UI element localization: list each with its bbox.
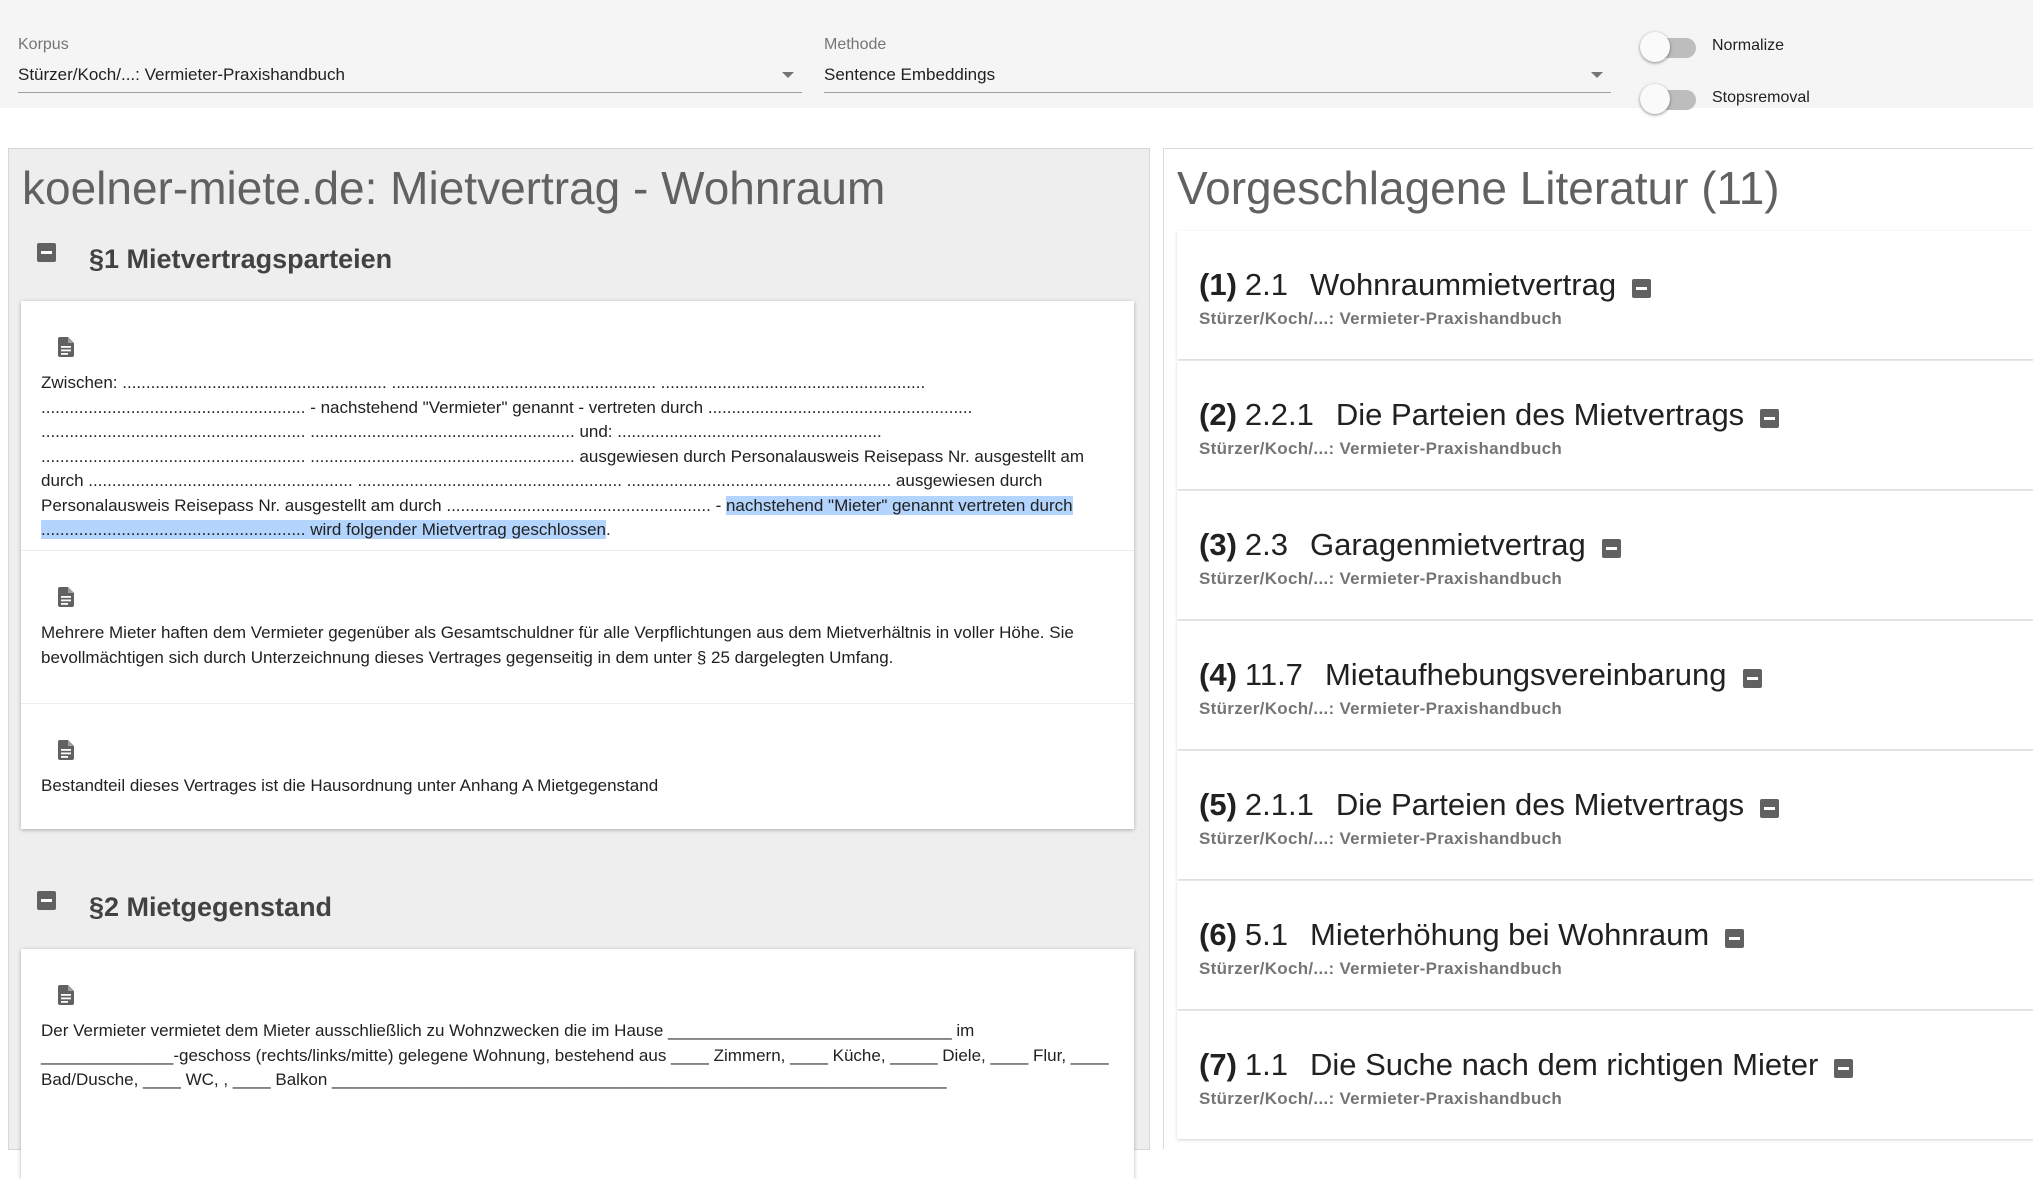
paragraph-text: Der Vermieter vermietet dem Mieter aussc…	[41, 1021, 1109, 1089]
paragraph[interactable]: Mehrere Mieter haften dem Vermieter gege…	[21, 551, 1134, 704]
document-pane: koelner-miete.de: Mietvertrag - Wohnraum…	[8, 148, 1150, 1179]
description-icon	[58, 587, 74, 607]
literature-heading: (1) 2.1 Wohnraummietvertrag	[1199, 267, 1652, 303]
korpus-value[interactable]: Stürzer/Koch/...: Vermieter-Praxishandbu…	[18, 65, 345, 85]
document-title: koelner-miete.de: Mietvertrag - Wohnraum	[22, 162, 886, 214]
korpus-underline	[18, 92, 802, 93]
korpus-select[interactable]: Korpus Stürzer/Koch/...: Vermieter-Praxi…	[18, 34, 802, 94]
literature-source: Stürzer/Koch/...: Vermieter-Praxishandbu…	[1199, 699, 1563, 718]
description-icon	[58, 337, 74, 357]
literature-number: (3)	[1199, 527, 1237, 562]
literature-source: Stürzer/Koch/...: Vermieter-Praxishandbu…	[1199, 569, 1563, 588]
collapse-icon[interactable]	[37, 243, 56, 262]
collapse-icon[interactable]	[1834, 1059, 1854, 1079]
korpus-label: Korpus	[18, 36, 69, 53]
section-title: §1 Mietvertragsparteien	[89, 244, 393, 274]
literature-source: Stürzer/Koch/...: Vermieter-Praxishandbu…	[1199, 439, 1563, 458]
collapse-icon[interactable]	[37, 891, 56, 910]
dropdown-arrow-icon[interactable]	[782, 72, 794, 78]
methode-underline	[824, 92, 1611, 93]
literature-source: Stürzer/Koch/...: Vermieter-Praxishandbu…	[1199, 829, 1563, 848]
literature-number: (5)	[1199, 787, 1237, 822]
paragraph-text: Mehrere Mieter haften dem Vermieter gege…	[41, 623, 1074, 667]
literature-heading: (3) 2.3 Garagenmietvertrag	[1199, 527, 1621, 563]
literature-title: Vorgeschlagene Literatur (11)	[1177, 162, 1780, 214]
literature-item[interactable]: (4) 11.7 Mietaufhebungsvereinbarung Stürze…	[1177, 621, 2033, 749]
paragraph[interactable]: Bestandteil dieses Vertrages ist die Hau…	[21, 704, 1134, 829]
literature-pane: Vorgeschlagene Literatur (11) (1) 2.1 Wohn…	[1163, 148, 2033, 1149]
literature-heading: (4) 11.7 Mietaufhebungsvereinbarung	[1199, 657, 1762, 693]
literature-section: 2.1	[1244, 267, 1288, 302]
normalize-knob[interactable]	[1640, 32, 1670, 62]
paragraph-text: Zwischen: ..............................…	[41, 371, 1116, 543]
toolbar: Korpus Stürzer/Koch/...: Vermieter-Praxi…	[0, 0, 2033, 114]
collapse-icon[interactable]	[1601, 539, 1621, 559]
stopsremoval-toggle[interactable]	[1640, 82, 1700, 114]
paragraph-text-end: .	[605, 520, 611, 539]
literature-number: (4)	[1199, 657, 1237, 692]
paragraph[interactable]: Der Vermieter vermietet dem Mieter aussc…	[21, 949, 1134, 1179]
literature-source: Stürzer/Koch/...: Vermieter-Praxishandbu…	[1199, 1089, 1563, 1108]
collapse-icon[interactable]	[1760, 799, 1780, 819]
paragraph[interactable]: Zwischen: ..............................…	[21, 301, 1134, 551]
literature-name: Mietaufhebungsvereinbarung	[1324, 657, 1727, 692]
literature-name: Die Parteien des Mietvertrags	[1335, 787, 1745, 822]
methode-value[interactable]: Sentence Embeddings	[824, 65, 995, 85]
literature-item[interactable]: (5) 2.1.1 Die Parteien des Mietvertrags St…	[1177, 751, 2033, 879]
literature-item[interactable]: (2) 2.2.1 Die Parteien des Mietvertrags St…	[1177, 361, 2033, 489]
methode-select[interactable]: Methode Sentence Embeddings	[824, 34, 1611, 94]
paragraph-text-plain: Zwischen: ..............................…	[41, 373, 1085, 515]
literature-name: Mieterhöhung bei Wohnraum	[1310, 917, 1710, 952]
paragraph-text: Bestandteil dieses Vertrages ist die Hau…	[41, 776, 659, 795]
collapse-icon[interactable]	[1725, 929, 1745, 949]
literature-section: 1.1	[1244, 1047, 1288, 1082]
stopsremoval-knob[interactable]	[1640, 84, 1670, 114]
literature-source: Stürzer/Koch/...: Vermieter-Praxishandbu…	[1199, 309, 1563, 328]
stopsremoval-label: Stopsremoval	[1712, 89, 1810, 106]
literature-name: Die Parteien des Mietvertrags	[1335, 397, 1745, 432]
collapse-icon[interactable]	[1632, 279, 1652, 299]
literature-section: 2.2.1	[1244, 397, 1314, 432]
literature-source: Stürzer/Koch/...: Vermieter-Praxishandbu…	[1199, 959, 1563, 978]
description-icon	[58, 985, 74, 1005]
literature-heading: (5) 2.1.1 Die Parteien des Mietvertrags	[1199, 787, 1780, 823]
section-card: Zwischen: ..............................…	[21, 301, 1134, 829]
literature-section: 2.1.1	[1244, 787, 1314, 822]
literature-number: (6)	[1199, 917, 1237, 952]
normalize-label: Normalize	[1712, 37, 1785, 54]
literature-name: Wohnraummietvertrag	[1310, 267, 1617, 302]
literature-heading: (2) 2.2.1 Die Parteien des Mietvertrags	[1199, 397, 1780, 433]
normalize-toggle[interactable]	[1640, 30, 1700, 62]
section-title: §2 Mietgegenstand	[89, 892, 333, 922]
literature-number: (2)	[1199, 397, 1237, 432]
description-icon	[58, 740, 74, 760]
literature-item[interactable]: (3) 2.3 Garagenmietvertrag Stürzer/Koch/..…	[1177, 491, 2033, 619]
literature-item[interactable]: (7) 1.1 Die Suche nach dem richtigen Miete…	[1177, 1011, 2033, 1139]
literature-section: 2.3	[1244, 527, 1288, 562]
literature-item[interactable]: (6) 5.1 Mieterhöhung bei Wohnraum Stürzer/…	[1177, 881, 2033, 1009]
literature-section: 5.1	[1244, 917, 1288, 952]
literature-heading: (6) 5.1 Mieterhöhung bei Wohnraum	[1199, 917, 1745, 953]
literature-section: 11.7	[1244, 657, 1303, 692]
literature-name: Die Suche nach dem richtigen Mieter	[1310, 1047, 1819, 1082]
literature-name: Garagenmietvertrag	[1310, 527, 1586, 562]
literature-number: (7)	[1199, 1047, 1237, 1082]
collapse-icon[interactable]	[1760, 409, 1780, 429]
methode-label: Methode	[824, 36, 887, 53]
literature-number: (1)	[1199, 267, 1237, 302]
literature-heading: (7) 1.1 Die Suche nach dem richtigen Miete…	[1199, 1047, 1854, 1083]
collapse-icon[interactable]	[1742, 669, 1762, 689]
literature-item[interactable]: (1) 2.1 Wohnraummietvertrag Stürzer/Koch/.…	[1177, 231, 2033, 359]
dropdown-arrow-icon[interactable]	[1591, 72, 1603, 78]
section-card: Der Vermieter vermietet dem Mieter aussc…	[21, 949, 1134, 1179]
